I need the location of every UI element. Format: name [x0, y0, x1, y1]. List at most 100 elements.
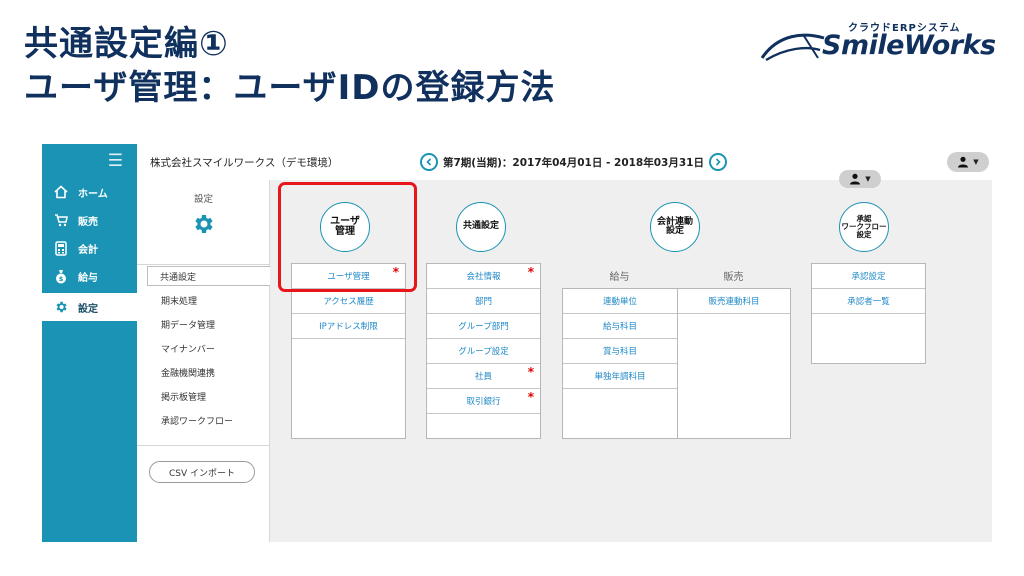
- sidebar-item-payroll[interactable]: $ 給与: [42, 262, 137, 290]
- slide-title: 共通設定編① ユーザ管理：ユーザIDの登録方法: [24, 22, 556, 110]
- slide-title-line-1: 共通設定編①: [24, 24, 229, 64]
- accounting-link-module-icon[interactable]: 会計連動 設定: [650, 202, 700, 252]
- gear-icon: [53, 299, 69, 315]
- hamburger-icon[interactable]: ☰: [108, 153, 123, 170]
- user-menu-button[interactable]: ▼: [839, 170, 881, 188]
- sidebar-item-label: 会計: [78, 244, 98, 256]
- link-label: 会社情報: [466, 272, 501, 282]
- module-title: 承認 ワークフロー 設定: [841, 214, 887, 239]
- link-label: 社員: [474, 372, 492, 382]
- money-bag-icon: $: [53, 268, 69, 284]
- chevron-left-icon: [426, 158, 432, 166]
- approver-list-link[interactable]: 承認者一覧: [812, 289, 925, 314]
- bonus-account-link[interactable]: 賞与科目: [563, 339, 677, 364]
- link-label: 取引銀行: [466, 397, 501, 407]
- previous-period-button[interactable]: [420, 153, 438, 171]
- approval-workflow-list: 承認設定 承認者一覧: [811, 263, 926, 364]
- module-title: 共通設定: [462, 221, 499, 232]
- link-label: 給与科目: [602, 322, 637, 332]
- cart-icon: [53, 212, 69, 228]
- user-management-list: ユーザ管理 * アクセス履歴 IPアドレス制限: [291, 263, 406, 439]
- sales-link-account-link[interactable]: 販売連動科目: [678, 289, 790, 314]
- panel-item-period-data[interactable]: 期データ管理: [149, 314, 269, 334]
- link-label: グループ設定: [458, 347, 509, 357]
- required-mark: *: [527, 365, 534, 379]
- divider: [137, 445, 270, 446]
- logo-name: SmileWorks: [822, 30, 996, 61]
- sidebar-item-label: ホーム: [78, 188, 108, 200]
- sidebar-item-accounting[interactable]: 会計: [42, 234, 137, 262]
- group-settings-link[interactable]: グループ設定: [427, 339, 540, 364]
- next-period-button[interactable]: [708, 153, 727, 171]
- home-icon: [53, 184, 69, 200]
- required-mark: *: [392, 265, 399, 279]
- svg-text:$: $: [59, 275, 64, 283]
- panel-item-bank-link[interactable]: 金融機関連携: [149, 362, 269, 382]
- period-selector: 第7期(当期)：2017年04月01日 - 2018年03月31日: [420, 152, 727, 172]
- sidebar-item-label: 給与: [78, 272, 98, 284]
- approval-workflow-module-icon[interactable]: 承認 ワークフロー 設定: [839, 202, 889, 252]
- settings-panel-title: 設定: [193, 194, 213, 205]
- link-label: 承認者一覧: [847, 297, 890, 307]
- year-end-adjust-account-link[interactable]: 単独年調科目: [563, 364, 677, 389]
- panel-item-year-end[interactable]: 期末処理: [149, 290, 269, 310]
- sidebar-item-label: 販売: [78, 216, 98, 228]
- accounting-link-list: 連動単位 給与科目 賞与科目 単独年調科目 販売連動科目: [562, 288, 791, 439]
- link-label: 販売連動科目: [708, 297, 760, 307]
- module-title: ユーザ 管理: [330, 215, 360, 237]
- company-info-link[interactable]: 会社情報 *: [427, 264, 540, 289]
- ip-restriction-link[interactable]: IPアドレス制限: [292, 314, 405, 339]
- chevron-right-icon: [715, 158, 721, 166]
- common-settings-list: 会社情報 * 部門 グループ部門 グループ設定 社員 * 取引銀行 *: [426, 263, 541, 439]
- sidebar-item-settings[interactable]: 設定: [42, 293, 137, 321]
- link-label: グループ部門: [458, 322, 509, 332]
- salary-column-header: 給与: [609, 272, 630, 283]
- user-menu-button[interactable]: ▼: [947, 152, 989, 172]
- common-settings-module-icon[interactable]: 共通設定: [456, 202, 506, 252]
- smileworks-swoosh-icon: [760, 33, 825, 62]
- period-label: 第7期(当期)：2017年04月01日 - 2018年03月31日: [443, 156, 704, 169]
- sidebar-item-label: 設定: [78, 303, 98, 315]
- access-history-link[interactable]: アクセス履歴: [292, 289, 405, 314]
- link-label: ユーザ管理: [327, 272, 370, 282]
- app-window: ☰ ホーム 販売 会計 $ 給与 設定 株式会社スマイルワークス（デモ環境） 第…: [42, 144, 992, 542]
- link-label: 連動単位: [602, 297, 637, 307]
- salary-account-link[interactable]: 給与科目: [563, 314, 677, 339]
- link-label: IPアドレス制限: [319, 322, 378, 332]
- user-management-link[interactable]: ユーザ管理 *: [292, 264, 405, 289]
- employee-link[interactable]: 社員 *: [427, 364, 540, 389]
- link-label: 承認設定: [851, 272, 886, 282]
- smileworks-logo: クラウドERPシステム SmileWorks: [760, 16, 1010, 68]
- user-icon: [958, 156, 969, 168]
- csv-import-button[interactable]: CSV インポート: [149, 461, 255, 483]
- link-label: 賞与科目: [602, 347, 637, 357]
- link-label: 部門: [474, 297, 492, 307]
- calculator-icon: [53, 240, 69, 256]
- panel-item-my-number[interactable]: マイナンバー: [149, 338, 269, 358]
- divider: [137, 264, 270, 265]
- department-link[interactable]: 部門: [427, 289, 540, 314]
- sidebar-item-home[interactable]: ホーム: [42, 178, 137, 206]
- caret-down-icon: ▼: [865, 175, 871, 183]
- panel-item-common-settings[interactable]: 共通設定: [147, 266, 270, 286]
- required-mark: *: [527, 265, 534, 279]
- user-management-module-icon[interactable]: ユーザ 管理: [320, 202, 370, 252]
- panel-item-bulletin-board[interactable]: 掲示板管理: [149, 386, 269, 406]
- company-name: 株式会社スマイルワークス（デモ環境）: [150, 157, 339, 169]
- caret-down-icon: ▼: [973, 158, 979, 166]
- sidebar-item-sales[interactable]: 販売: [42, 206, 137, 234]
- group-department-link[interactable]: グループ部門: [427, 314, 540, 339]
- slide-title-line-2: ユーザ管理：ユーザIDの登録方法: [24, 68, 556, 108]
- settings-panel: 設定 共通設定 期末処理 期データ管理 マイナンバー 金融機関連携 掲示板管理 …: [137, 180, 270, 542]
- module-title: 会計連動 設定: [656, 216, 693, 236]
- user-icon: [850, 173, 861, 185]
- bank-link[interactable]: 取引銀行 *: [427, 389, 540, 414]
- sidebar: ☰ ホーム 販売 会計 $ 給与 設定: [42, 144, 137, 542]
- panel-item-approval-workflow[interactable]: 承認ワークフロー: [149, 410, 269, 430]
- sales-column-header: 販売: [723, 272, 744, 283]
- gear-icon: [191, 212, 215, 240]
- link-unit-link[interactable]: 連動単位: [563, 289, 677, 314]
- link-label: 単独年調科目: [594, 372, 646, 382]
- approval-settings-link[interactable]: 承認設定: [812, 264, 925, 289]
- required-mark: *: [527, 390, 534, 404]
